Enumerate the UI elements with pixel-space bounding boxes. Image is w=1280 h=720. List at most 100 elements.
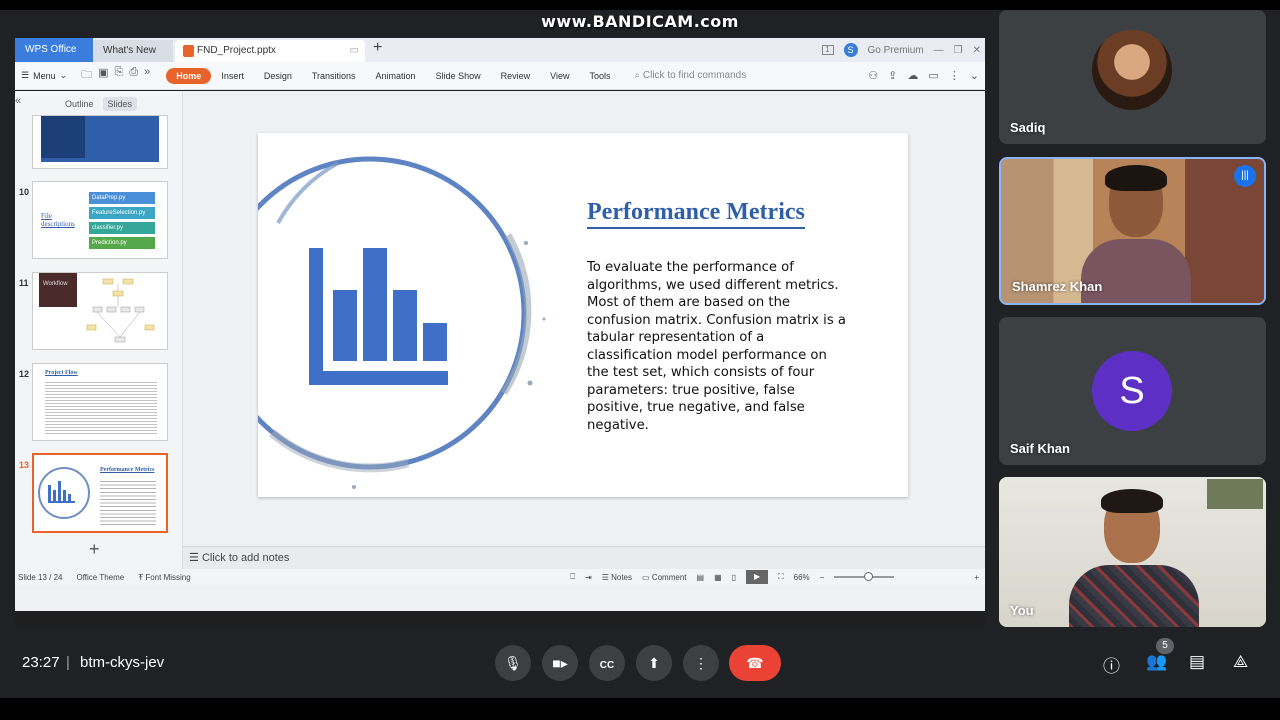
slide-thumbnail-panel: « Outline Slides 10 File descriptions Da…: [15, 91, 183, 569]
zoom-slider-knob[interactable]: [864, 572, 874, 581]
window-count-icon[interactable]: 1: [821, 45, 834, 55]
tab-outline[interactable]: Outline: [60, 97, 99, 111]
close-icon[interactable]: ✕: [973, 45, 981, 56]
reading-view-icon[interactable]: ▯: [732, 573, 736, 582]
wall-picture: [1207, 479, 1263, 509]
more-chevron-icon[interactable]: »: [144, 66, 150, 85]
zoom-slider[interactable]: [834, 572, 895, 581]
ribbon-tab-review[interactable]: Review: [491, 68, 541, 84]
microphone-button[interactable]: 🎙: [495, 645, 531, 681]
comment-icon[interactable]: ▭: [928, 69, 938, 82]
save-icon[interactable]: ▣: [98, 66, 108, 85]
participant-tile-active-speaker[interactable]: ||| Shamrez Khan: [999, 157, 1266, 305]
go-premium-link[interactable]: Go Premium: [868, 45, 924, 56]
pin-icon[interactable]: ▭: [350, 40, 359, 62]
slide-thumbnail-13[interactable]: Performance Metrics: [32, 453, 168, 533]
tab-slides[interactable]: Slides: [102, 97, 138, 111]
protect-icon[interactable]: ⎕: [570, 572, 575, 582]
participant-tile[interactable]: S Saif Khan: [999, 317, 1266, 465]
status-bar-right: ⎕ ⇥ ☰ Notes ▭ Comment ▤ ▦ ▯ ▶ ⛶ 66% − +: [570, 570, 985, 584]
tab-whats-new[interactable]: What's New: [93, 40, 173, 62]
meeting-details-button[interactable]: ⓘ: [1103, 652, 1120, 677]
participant-name: Sadiq: [1010, 120, 1046, 135]
comment-toggle[interactable]: ▭ Comment: [642, 573, 686, 582]
account-badge[interactable]: S: [843, 43, 858, 57]
zoom-out-button[interactable]: −: [820, 573, 825, 582]
menu-button[interactable]: ☰ Menu ⌄: [21, 70, 67, 81]
ribbon-tab-insert[interactable]: Insert: [211, 68, 254, 84]
slide-body-text: To evaluate the performance of algorithm…: [587, 260, 846, 433]
collapse-panel-icon[interactable]: «: [15, 95, 21, 107]
find-commands-input[interactable]: ⌕ Click to find commands: [634, 70, 746, 81]
present-icon: ⬆: [648, 655, 660, 671]
share-icon[interactable]: ⇪: [888, 69, 897, 82]
normal-view-icon[interactable]: ▤: [697, 573, 705, 582]
chat-button[interactable]: ▤: [1189, 652, 1205, 672]
toolbar-right-icons: ⚇ ⇪ ☁ ▭ ⋮ ⌄: [868, 69, 985, 82]
restore-icon[interactable]: ❐: [954, 45, 963, 56]
ribbon-tab-transitions[interactable]: Transitions: [302, 68, 366, 84]
slide-editor: Performance Metrics To evaluate the perf…: [183, 91, 985, 546]
tab-wps-office[interactable]: WPS Office: [15, 38, 93, 62]
thumb-11-title: Workflow: [39, 273, 77, 307]
font-icon: Ŧ: [138, 572, 144, 582]
present-button[interactable]: ⬆: [636, 645, 672, 681]
current-slide[interactable]: Performance Metrics To evaluate the perf…: [258, 133, 908, 497]
cloud-icon[interactable]: ☁: [907, 69, 918, 82]
chevron-down-icon: ⌄: [59, 70, 68, 80]
slide-thumbnail-9[interactable]: [32, 115, 168, 169]
divider: |: [66, 654, 70, 671]
tab-document[interactable]: FND_Project.pptx ▭: [175, 40, 365, 62]
self-name: You: [1010, 603, 1034, 618]
captions-button[interactable]: CC: [589, 645, 625, 681]
thumb-10-item: classifier.py: [89, 222, 155, 234]
zoom-level[interactable]: 66%: [794, 573, 810, 582]
meeting-code[interactable]: btm-ckys-jev: [80, 654, 164, 671]
slide-sorter-icon[interactable]: ▦: [714, 573, 722, 582]
notes-placeholder: Click to add notes: [201, 552, 290, 564]
font-missing-button[interactable]: Ŧ Font Missing: [138, 573, 190, 582]
thumb-11-flowchart: [86, 278, 155, 343]
export-pdf-icon[interactable]: ⇥: [585, 573, 592, 582]
menu-label: Menu: [33, 70, 56, 81]
comment-toggle-icon: ▭: [642, 572, 650, 582]
ribbon-tab-view[interactable]: View: [540, 68, 579, 84]
window-controls: 1 S Go Premium — ❐ ✕: [821, 38, 985, 62]
zoom-in-button[interactable]: +: [974, 573, 979, 582]
add-slide-button[interactable]: +: [89, 539, 100, 560]
activities-button[interactable]: ⟁: [1233, 652, 1248, 672]
slide-thumbnail-12[interactable]: Project Flow: [32, 363, 168, 441]
thumb-12-text-block: [45, 382, 157, 434]
notes-pane[interactable]: ☰ Click to add notes: [183, 546, 985, 569]
thumb-13-text-block: [100, 481, 156, 525]
minimize-icon[interactable]: —: [934, 45, 944, 56]
ribbon-tab-animation[interactable]: Animation: [366, 68, 426, 84]
notes-toggle-label: Notes: [611, 572, 633, 582]
print-icon[interactable]: ⎙: [129, 66, 138, 85]
more-options-button[interactable]: ⋮: [683, 645, 719, 681]
speaking-indicator-icon: |||: [1234, 165, 1256, 187]
play-slideshow-button[interactable]: ▶: [746, 570, 769, 584]
slide-thumbnail-11[interactable]: Workflow: [32, 272, 168, 350]
more-vertical-icon: ⋮: [694, 655, 708, 671]
leave-call-button[interactable]: ☎: [729, 645, 781, 681]
slide-thumbnail-10[interactable]: File descriptions DataPrep.py FeatureSel…: [32, 181, 168, 259]
export-icon[interactable]: ⎘: [115, 66, 124, 85]
collapse-ribbon-icon[interactable]: ⌄: [970, 69, 979, 82]
new-tab-button[interactable]: +: [373, 39, 382, 57]
ribbon-tab-tools[interactable]: Tools: [579, 68, 620, 84]
ribbon-tab-home[interactable]: Home: [166, 67, 212, 84]
notes-toggle[interactable]: ☰ Notes: [602, 573, 632, 582]
open-folder-icon[interactable]: 🗀: [81, 66, 92, 85]
top-letterbox: [0, 0, 1280, 10]
more-icon[interactable]: ⋮: [949, 69, 960, 82]
ribbon-tab-slide-show[interactable]: Slide Show: [426, 68, 491, 84]
collaborate-icon[interactable]: ⚇: [868, 69, 878, 82]
people-button[interactable]: 👥: [1146, 652, 1167, 672]
theme-name[interactable]: Office Theme: [76, 573, 124, 582]
fit-slide-icon[interactable]: ⛶: [778, 572, 784, 582]
self-view-tile[interactable]: You: [999, 477, 1266, 627]
hang-up-icon: ☎: [746, 655, 764, 671]
camera-button[interactable]: ■▸: [542, 645, 578, 681]
ribbon-tab-design[interactable]: Design: [254, 68, 302, 84]
